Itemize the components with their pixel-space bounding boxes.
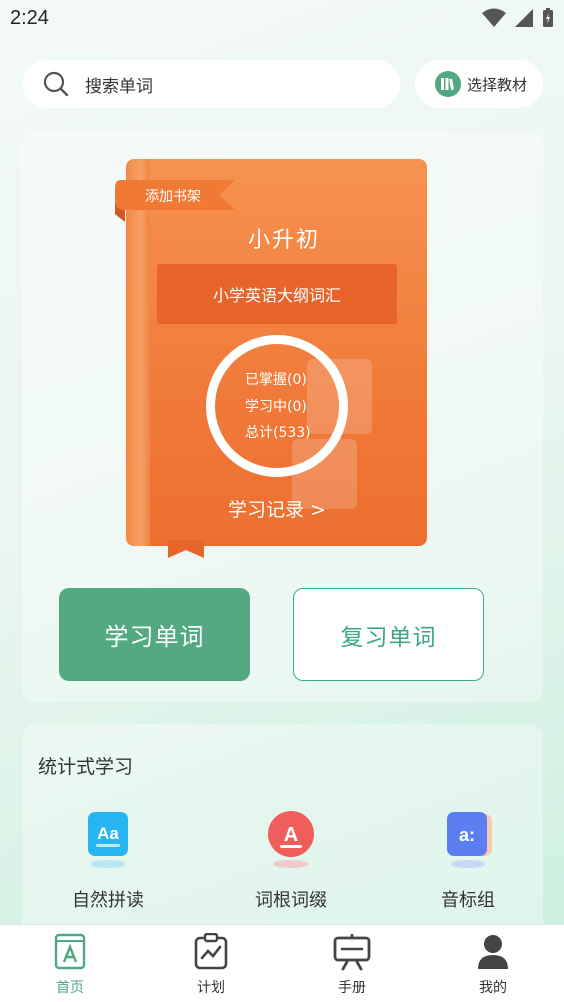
handbook-board-icon bbox=[333, 934, 371, 971]
study-history-link[interactable]: 学习记录 > bbox=[228, 495, 326, 522]
plan-clipboard-icon bbox=[194, 932, 228, 970]
nav-plan[interactable]: 计划 bbox=[171, 932, 251, 997]
search-placeholder: 搜索单词 bbox=[85, 76, 153, 97]
study-item-label: 词根词缀 bbox=[255, 890, 327, 911]
add-to-shelf-button[interactable]: 添加书架 bbox=[145, 186, 201, 206]
search-input[interactable]: 搜索单词 bbox=[23, 60, 400, 108]
phonics-icon: Aa bbox=[88, 812, 128, 868]
bookmark-tab bbox=[168, 540, 204, 558]
phonetic-icon: a: bbox=[447, 812, 492, 868]
svg-text:Aa: Aa bbox=[97, 824, 119, 843]
status-bar: 2:24 bbox=[0, 0, 564, 38]
nav-handbook[interactable]: 手册 bbox=[312, 933, 392, 997]
nav-home[interactable]: 首页 bbox=[30, 933, 110, 997]
nav-plan-label: 计划 bbox=[197, 980, 225, 996]
profile-person-icon bbox=[478, 935, 508, 969]
book-title: 小升初 bbox=[247, 228, 320, 253]
svg-text:A: A bbox=[284, 824, 298, 846]
stat-total: 总计(533) bbox=[245, 425, 311, 441]
stat-mastered: 已掌握(0) bbox=[245, 372, 307, 388]
wifi-icon bbox=[482, 8, 506, 27]
select-textbook-button[interactable]: 选择教材 bbox=[415, 60, 543, 108]
svg-text:a:: a: bbox=[459, 825, 475, 845]
nav-handbook-label: 手册 bbox=[338, 980, 366, 996]
books-icon bbox=[435, 71, 461, 97]
status-time: 2:24 bbox=[10, 7, 49, 29]
nav-profile-label: 我的 bbox=[479, 980, 507, 996]
learn-words-button[interactable]: 学习单词 bbox=[59, 588, 250, 681]
select-textbook-label: 选择教材 bbox=[467, 75, 528, 94]
study-section-title: 统计式学习 bbox=[38, 756, 134, 778]
battery-icon bbox=[543, 8, 553, 27]
nav-home-label: 首页 bbox=[56, 980, 84, 996]
stat-learning: 学习中(0) bbox=[245, 399, 307, 415]
study-item-label: 音标组 bbox=[441, 890, 495, 911]
word-root-icon: A bbox=[268, 811, 314, 868]
home-book-icon bbox=[54, 933, 86, 970]
search-icon bbox=[43, 71, 69, 97]
review-words-button[interactable]: 复习单词 bbox=[293, 588, 484, 681]
cellular-icon bbox=[515, 9, 533, 27]
book-subtitle-box: 小学英语大纲词汇 bbox=[157, 264, 397, 324]
book-subtitle: 小学英语大纲词汇 bbox=[212, 286, 341, 305]
nav-profile[interactable]: 我的 bbox=[453, 933, 533, 997]
study-item-label: 自然拼读 bbox=[72, 890, 144, 911]
bottom-navigation: 首页 计划 手册 我的 bbox=[0, 924, 564, 1002]
